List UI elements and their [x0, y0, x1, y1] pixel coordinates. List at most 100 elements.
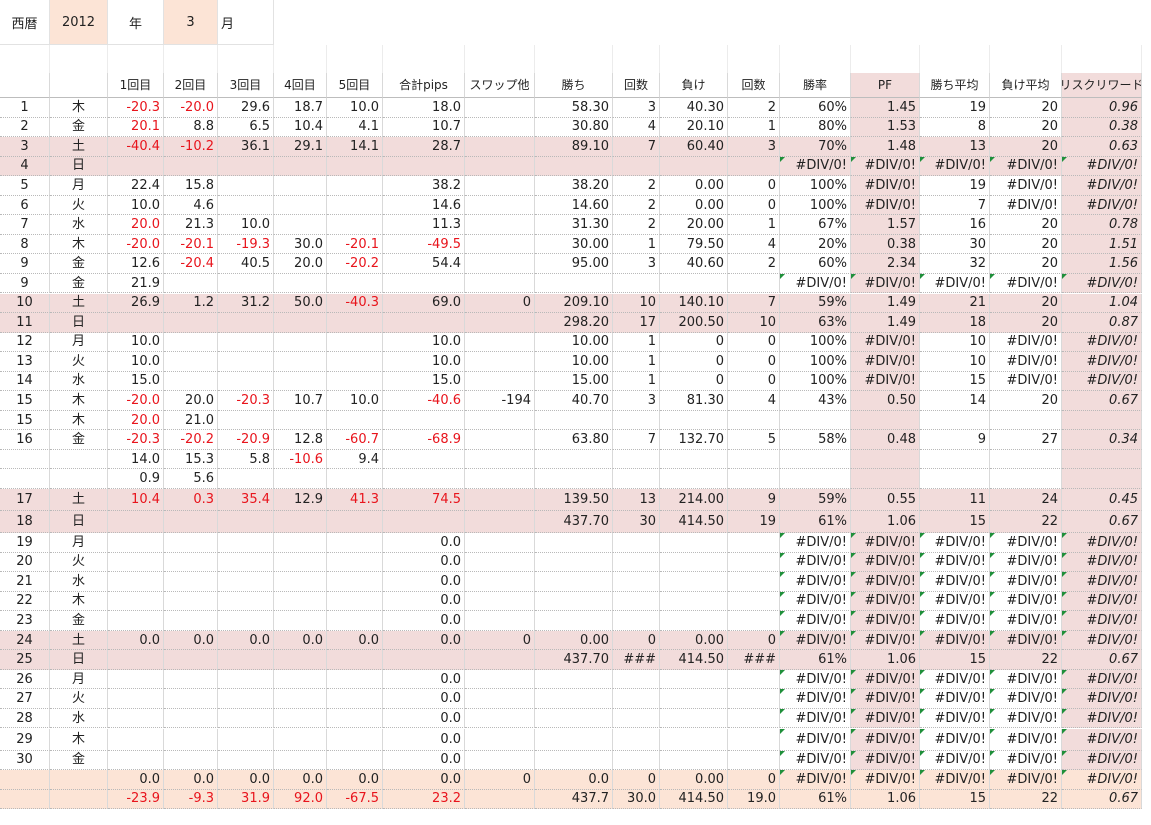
cell-win-average[interactable]: 15 [920, 371, 990, 392]
cell-swap[interactable] [465, 332, 535, 353]
cell-day[interactable]: 16 [0, 430, 50, 450]
cell-day[interactable]: 15 [0, 391, 50, 411]
cell-win-amount[interactable] [535, 689, 613, 709]
cell-loss-amount[interactable] [660, 449, 728, 470]
cell-risk-reward[interactable]: #DIV/0! [1062, 332, 1142, 353]
cell-loss-count[interactable]: 1 [728, 215, 780, 235]
cell-loss-count[interactable]: 0 [728, 176, 780, 196]
cell-win-average[interactable] [920, 449, 990, 470]
cell-trade-5[interactable]: 14.1 [327, 137, 383, 157]
cell-loss-count[interactable]: 9 [728, 489, 780, 511]
cell-loss-count[interactable] [728, 611, 780, 631]
cell-loss-count[interactable] [728, 410, 780, 431]
cell-trade-1[interactable]: 10.4 [108, 489, 164, 511]
cell-weekday[interactable] [50, 789, 108, 810]
cell-loss-average[interactable]: #DIV/0! [990, 611, 1062, 631]
cell-trade-3[interactable] [218, 611, 274, 631]
cell-swap[interactable] [465, 469, 535, 489]
cell-win-amount[interactable] [535, 449, 613, 470]
cell-trade-3[interactable]: 35.4 [218, 489, 274, 511]
cell-trade-3[interactable] [218, 572, 274, 592]
cell-loss-count[interactable] [728, 669, 780, 690]
cell-swap[interactable]: 0 [465, 293, 535, 314]
cell-pf[interactable]: #DIV/0! [851, 689, 920, 709]
cell-trade-2[interactable]: -20.0 [164, 98, 218, 118]
cell-trade-4[interactable]: 12.9 [274, 489, 327, 511]
cell-day[interactable]: 19 [0, 533, 50, 553]
cell-trade-3[interactable]: 31.2 [218, 293, 274, 314]
cell-trade-1[interactable] [108, 533, 164, 553]
cell-weekday[interactable]: 土 [50, 293, 108, 314]
cell-win-amount[interactable]: 14.60 [535, 195, 613, 216]
cell-total-pips[interactable] [383, 650, 465, 670]
cell-day[interactable]: 8 [0, 234, 50, 255]
cell-loss-count[interactable]: 4 [728, 234, 780, 255]
cell-total-pips[interactable]: 10.0 [383, 352, 465, 372]
cell-trade-5[interactable] [327, 469, 383, 489]
cell-win-count[interactable]: 2 [613, 176, 660, 196]
cell-weekday[interactable] [50, 770, 108, 790]
cell-win-count[interactable] [613, 533, 660, 553]
cell-pf[interactable]: #DIV/0! [851, 611, 920, 631]
cell-trade-1[interactable] [108, 552, 164, 573]
cell-loss-average[interactable]: #DIV/0! [990, 371, 1062, 392]
cell-loss-count[interactable]: 19 [728, 511, 780, 533]
cell-loss-count[interactable] [728, 533, 780, 553]
cell-trade-5[interactable] [327, 352, 383, 372]
cell-total-pips[interactable]: 0.0 [383, 630, 465, 651]
cell-total-pips[interactable]: 69.0 [383, 293, 465, 314]
cell-loss-count[interactable] [728, 750, 780, 771]
cell-win-amount[interactable] [535, 273, 613, 294]
cell-total-pips[interactable]: 0.0 [383, 728, 465, 751]
cell-win-amount[interactable]: 209.10 [535, 293, 613, 314]
cell-total-pips[interactable] [383, 449, 465, 470]
cell-trade-5[interactable] [327, 533, 383, 553]
cell-win-amount[interactable]: 298.20 [535, 313, 613, 333]
cell-total-pips[interactable]: 0.0 [383, 669, 465, 690]
cell-loss-average[interactable]: 20 [990, 391, 1062, 411]
column-header[interactable]: 勝ち平均 [920, 73, 990, 98]
cell-win-rate[interactable]: #DIV/0! [780, 630, 851, 651]
cell-loss-average[interactable]: #DIV/0! [990, 195, 1062, 216]
cell-weekday[interactable]: 日 [50, 511, 108, 533]
cell-risk-reward[interactable] [1062, 449, 1142, 470]
cell-loss-amount[interactable] [660, 728, 728, 751]
cell-win-rate[interactable]: #DIV/0! [780, 689, 851, 709]
cell-trade-4[interactable] [274, 708, 327, 729]
cell-trade-5[interactable] [327, 708, 383, 729]
cell-loss-count[interactable] [728, 572, 780, 592]
cell-loss-count[interactable] [728, 156, 780, 177]
cell-pf[interactable]: #DIV/0! [851, 273, 920, 294]
cell-win-average[interactable]: 19 [920, 98, 990, 118]
cell-total-pips[interactable]: 0.0 [383, 552, 465, 573]
cell-swap[interactable] [465, 254, 535, 274]
cell-day[interactable]: 7 [0, 215, 50, 235]
cell-risk-reward[interactable]: #DIV/0! [1062, 669, 1142, 690]
cell-swap[interactable] [465, 591, 535, 612]
cell-win-average[interactable]: 15 [920, 650, 990, 670]
cell-win-rate[interactable]: #DIV/0! [780, 273, 851, 294]
column-header[interactable]: 勝ち [535, 73, 613, 98]
cell-trade-2[interactable]: 21.3 [164, 215, 218, 235]
cell-loss-average[interactable]: 20 [990, 137, 1062, 157]
cell-weekday[interactable]: 月 [50, 176, 108, 196]
cell-weekday[interactable]: 水 [50, 371, 108, 392]
cell-trade-3[interactable] [218, 650, 274, 670]
cell-risk-reward[interactable]: 0.78 [1062, 215, 1142, 235]
cell-swap[interactable] [465, 117, 535, 138]
cell-win-rate[interactable]: #DIV/0! [780, 591, 851, 612]
cell-pf[interactable]: #DIV/0! [851, 669, 920, 690]
cell-win-rate[interactable]: 70% [780, 137, 851, 157]
cell-loss-count[interactable] [728, 708, 780, 729]
cell-trade-3[interactable] [218, 371, 274, 392]
cell-swap[interactable]: -194 [465, 391, 535, 411]
cell-trade-5[interactable] [327, 669, 383, 690]
cell-trade-4[interactable] [274, 332, 327, 353]
cell-win-rate[interactable]: #DIV/0! [780, 572, 851, 592]
cell-win-average[interactable]: 30 [920, 234, 990, 255]
cell-loss-average[interactable]: #DIV/0! [990, 156, 1062, 177]
cell-win-count[interactable] [613, 572, 660, 592]
cell-day[interactable]: 26 [0, 669, 50, 690]
cell-win-amount[interactable]: 437.70 [535, 650, 613, 670]
cell-risk-reward[interactable]: #DIV/0! [1062, 371, 1142, 392]
